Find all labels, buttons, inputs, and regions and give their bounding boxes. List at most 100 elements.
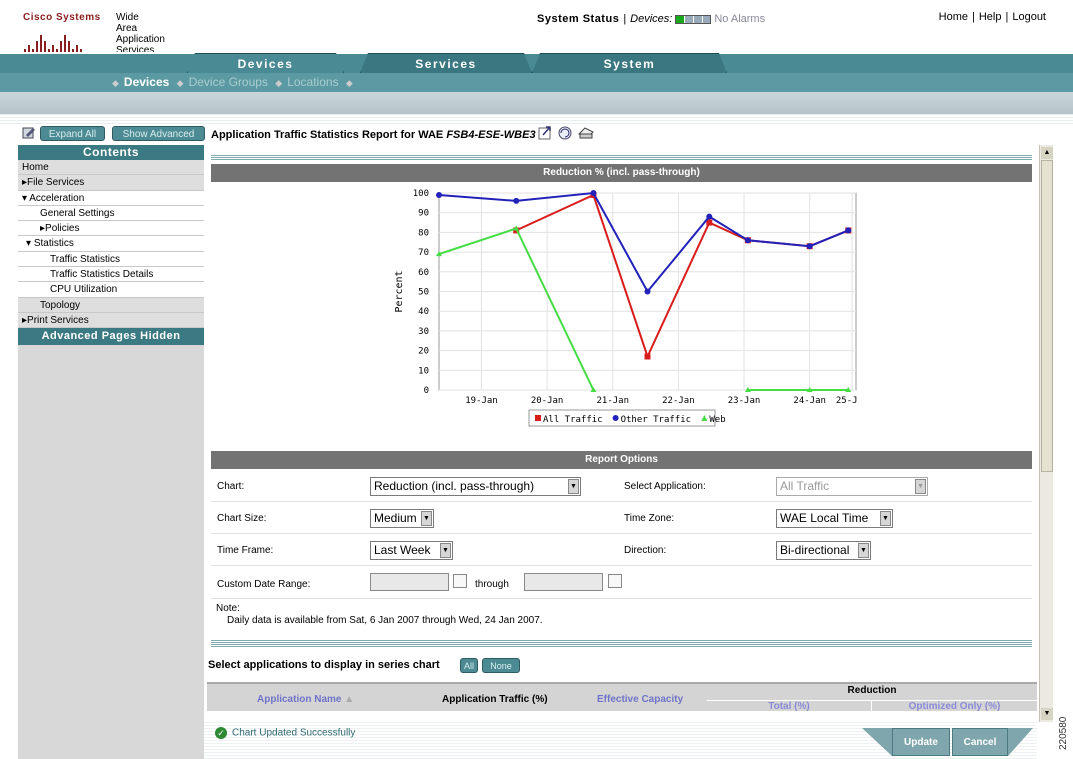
- subnav-locations[interactable]: Locations: [287, 75, 338, 89]
- time-zone-select[interactable]: WAE Local Time ▼: [776, 509, 893, 528]
- chart-area: 0 10 20 30 40 50 60 70 80 90 100 19-Jan 20-Jan 21-Jan…: [390, 184, 868, 434]
- time-frame-select[interactable]: Last Week ▼: [370, 541, 453, 560]
- sidebar-item-print-services[interactable]: ▸Print Services: [18, 312, 204, 329]
- direction-label: Direction:: [624, 545, 667, 556]
- device-status-indicator[interactable]: [675, 14, 712, 24]
- product-line: Area: [116, 23, 138, 34]
- sidebar-item-acceleration[interactable]: ▾ Acceleration: [18, 190, 204, 206]
- sidebar-item-cpu-utilization[interactable]: CPU Utilization: [18, 282, 204, 298]
- sidebar-item-traffic-statistics[interactable]: Traffic Statistics: [18, 251, 204, 268]
- refresh-icon[interactable]: [558, 126, 572, 140]
- sidebar-item-topology[interactable]: Topology: [18, 297, 204, 313]
- time-zone-value: WAE Local Time: [780, 511, 869, 525]
- data-point: [644, 288, 651, 295]
- legend-label: Other Traffic: [621, 415, 691, 425]
- note: Note: Daily data is available from Sat, …: [216, 603, 543, 627]
- subnav-devices[interactable]: Devices: [124, 75, 169, 89]
- y-tick-label: 50: [418, 288, 429, 298]
- time-frame-value: Last Week: [374, 543, 431, 557]
- sidebar-item-traffic-statistics-details[interactable]: Traffic Statistics Details: [18, 267, 204, 283]
- chart-label: Chart:: [217, 481, 245, 492]
- sidebar-item-label: Policies: [45, 223, 80, 235]
- success-check-icon: ✓: [215, 727, 227, 739]
- sidebar-item-label: File Services: [27, 177, 85, 189]
- chart-section-title: Reduction % (incl. pass-through): [211, 164, 1032, 182]
- legend-label: Web: [709, 415, 725, 425]
- y-tick-label: 100: [413, 189, 429, 199]
- select-application-label: Select Application:: [624, 481, 706, 492]
- application-select[interactable]: All Traffic ▼: [776, 477, 928, 496]
- bullet-icon: ◆: [176, 78, 184, 88]
- column-header-application-name[interactable]: Application Name ▲: [257, 694, 354, 705]
- sidebar-item-label: Acceleration: [29, 192, 85, 204]
- y-axis-label: Percent: [394, 270, 405, 312]
- expand-all-button[interactable]: Expand All: [40, 126, 105, 141]
- sidebar-item-policies[interactable]: ▸Policies: [18, 221, 204, 237]
- series-select-label: Select applications to display in series…: [208, 659, 440, 671]
- show-advanced-button[interactable]: Show Advanced: [112, 126, 205, 141]
- y-tick-label: 80: [418, 228, 429, 238]
- sidebar-item-file-services[interactable]: ▸File Services: [18, 175, 204, 191]
- chart-select[interactable]: Reduction (incl. pass-through) ▼: [370, 477, 581, 496]
- alarm-status-link[interactable]: No Alarms: [714, 13, 765, 25]
- product-name: Wide Area Application Services: [116, 12, 165, 56]
- export-icon[interactable]: [538, 126, 551, 140]
- data-point: [706, 213, 713, 220]
- data-point: [744, 237, 751, 244]
- chart-size-select[interactable]: Medium ▼: [370, 509, 434, 528]
- status-message-text: Chart Updated Successfully: [232, 727, 356, 739]
- home-link[interactable]: Home: [939, 11, 968, 23]
- top-links: Home | Help | Logout: [939, 11, 1046, 23]
- x-tick-label: 23-Jan: [728, 396, 761, 406]
- wae-console-page: { "brand": {"logo_text": "Cisco Systems"…: [0, 0, 1073, 759]
- vertical-scrollbar[interactable]: ▲ ▼: [1039, 145, 1053, 722]
- scroll-down-icon[interactable]: ▼: [1041, 708, 1053, 720]
- scroll-up-icon[interactable]: ▲: [1041, 147, 1053, 159]
- status-message: ✓ Chart Updated Successfully: [215, 727, 355, 739]
- note-label: Note:: [216, 603, 240, 614]
- tab-system[interactable]: System: [532, 53, 727, 73]
- update-button[interactable]: Update: [892, 728, 950, 756]
- chevron-down-icon: ▼: [421, 511, 432, 526]
- divider: |: [972, 11, 975, 23]
- subnav-device-groups[interactable]: Device Groups: [189, 75, 268, 89]
- start-date-input[interactable]: [370, 573, 449, 591]
- time-frame-label: Time Frame:: [217, 545, 274, 556]
- select-none-button[interactable]: None: [482, 658, 520, 673]
- sidebar-item-home[interactable]: Home: [18, 160, 204, 176]
- report-options-title: Report Options: [211, 451, 1032, 469]
- options-bottom-rule: [211, 640, 1032, 648]
- column-group-reduction: Reduction: [847, 685, 897, 696]
- data-point: [644, 353, 651, 360]
- calendar-icon[interactable]: [608, 574, 622, 588]
- end-date-input[interactable]: [524, 573, 603, 591]
- help-link[interactable]: Help: [979, 11, 1002, 23]
- scroll-thumb[interactable]: [1041, 160, 1053, 472]
- calendar-icon[interactable]: [453, 574, 467, 588]
- column-header-effective-capacity[interactable]: Effective Capacity: [597, 694, 683, 705]
- select-all-button[interactable]: All: [460, 658, 478, 673]
- logout-link[interactable]: Logout: [1012, 11, 1046, 23]
- sidebar-item-statistics[interactable]: ▾ Statistics: [18, 236, 204, 252]
- legend-label: All Traffic: [543, 415, 603, 425]
- sidebar-item-general-settings[interactable]: General Settings: [18, 205, 204, 222]
- sort-ascending-icon: ▲: [344, 694, 355, 705]
- through-label: through: [475, 579, 509, 590]
- print-icon[interactable]: [578, 127, 594, 139]
- column-header-total[interactable]: Total (%): [707, 700, 872, 712]
- bullet-icon: ◆: [345, 78, 353, 88]
- tab-devices[interactable]: Devices: [187, 53, 344, 73]
- y-tick-label: 60: [418, 268, 429, 278]
- data-point: [806, 243, 813, 250]
- data-point: [845, 227, 852, 234]
- direction-select[interactable]: Bi-directional ▼: [776, 541, 871, 560]
- note-text: Daily data is available from Sat, 6 Jan …: [227, 615, 543, 626]
- tab-services[interactable]: Services: [360, 53, 532, 73]
- product-line: Wide: [116, 12, 139, 23]
- column-header-optimized-only[interactable]: Optimized Only (%): [872, 700, 1037, 712]
- bullet-icon: ◆: [275, 78, 283, 88]
- x-tick-label: 19-Jan: [465, 396, 498, 406]
- cancel-button[interactable]: Cancel: [952, 728, 1008, 756]
- arrow-down-icon: ▾: [26, 238, 34, 250]
- toolbar-edit-icon[interactable]: [22, 126, 36, 140]
